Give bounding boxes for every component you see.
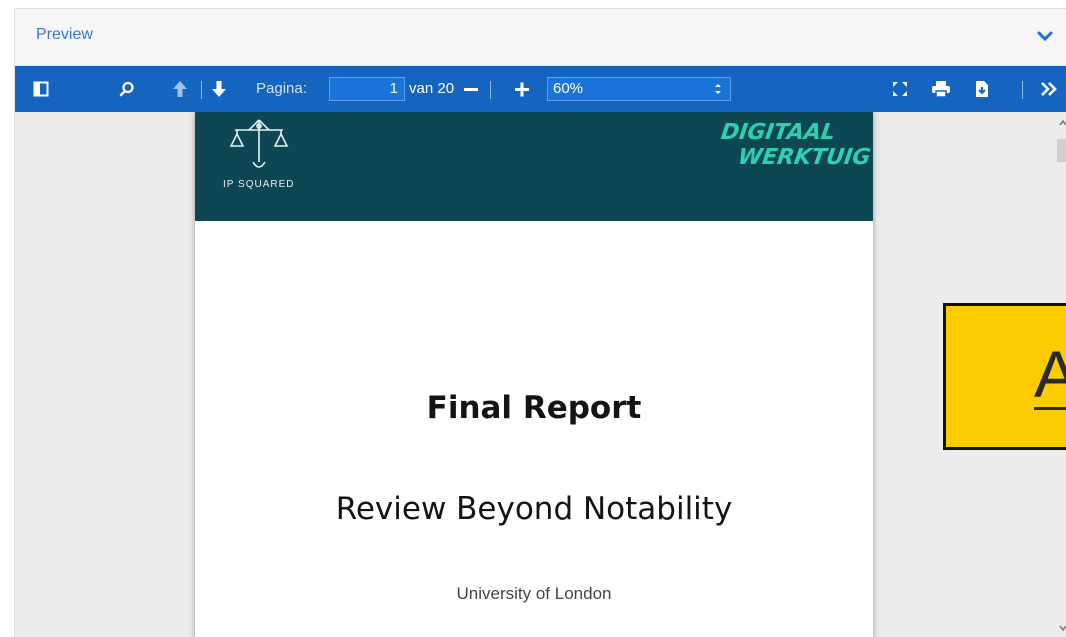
presentation-mode-icon[interactable] xyxy=(888,66,912,112)
document-page: IP SQUARED DIGITAAL WERKTUIG Final Repor… xyxy=(195,112,873,637)
preview-panel: Preview Pagina: 1 van 20 60% IP SQUARED … xyxy=(14,8,1066,637)
brand-wordmark-line2: WERKTUIG xyxy=(736,145,873,170)
zoom-value: 60% xyxy=(553,80,584,97)
brand-wordmark-line1: DIGITAAL xyxy=(719,120,837,145)
logo-text: IP SQUARED xyxy=(223,179,295,190)
scroll-down-icon[interactable] xyxy=(1058,620,1066,632)
toolbar-separator xyxy=(1022,81,1023,99)
scroll-up-icon[interactable] xyxy=(1058,115,1066,126)
print-icon[interactable] xyxy=(928,66,954,112)
search-icon[interactable] xyxy=(115,66,139,112)
document-viewer[interactable]: IP SQUARED DIGITAAL WERKTUIG Final Repor… xyxy=(15,112,1066,637)
page-number-input[interactable]: 1 xyxy=(329,77,405,101)
next-page-icon[interactable] xyxy=(207,66,231,112)
overlay-highlight-box: A xyxy=(943,303,1066,450)
zoom-select[interactable]: 60% xyxy=(547,77,731,101)
zoom-in-icon[interactable] xyxy=(511,66,533,112)
overlay-letter: A xyxy=(1034,337,1066,411)
toolbar-separator xyxy=(490,81,491,99)
page-label: Pagina: xyxy=(256,80,307,97)
document-subtitle: Review Beyond Notability xyxy=(335,491,733,527)
download-icon[interactable] xyxy=(970,66,994,112)
zoom-out-icon[interactable] xyxy=(460,66,482,112)
select-caret-icon xyxy=(714,82,722,96)
document-title: Final Report xyxy=(426,390,642,426)
document-banner: IP SQUARED DIGITAAL WERKTUIG xyxy=(195,112,873,221)
toolbar-separator xyxy=(201,81,202,99)
scales-logo-icon xyxy=(229,119,289,168)
more-tools-icon[interactable] xyxy=(1037,66,1061,112)
sidebar-toggle-icon[interactable] xyxy=(29,66,53,112)
document-organization: University of London xyxy=(456,584,612,603)
chevron-down-icon[interactable] xyxy=(1036,29,1054,43)
previous-page-icon[interactable] xyxy=(168,66,192,112)
panel-title: Preview xyxy=(36,26,93,43)
page-total: van 20 xyxy=(409,80,455,97)
viewer-toolbar: Pagina: 1 van 20 60% xyxy=(15,66,1066,112)
panel-header[interactable]: Preview xyxy=(15,9,1066,66)
scrollbar-thumb[interactable] xyxy=(1057,139,1066,162)
